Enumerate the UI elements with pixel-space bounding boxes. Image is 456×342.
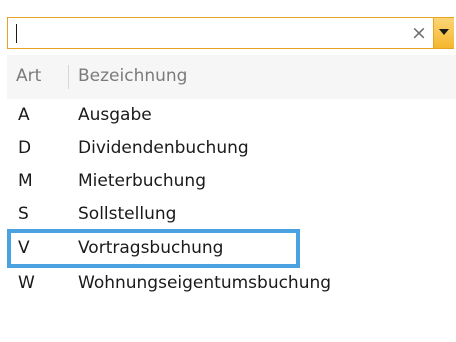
list-item-name: Vortragsbuchung — [78, 238, 224, 258]
list-item-code: D — [18, 138, 32, 158]
list-item-name: Wohnungseigentumsbuchung — [78, 273, 332, 293]
list-item-code: A — [18, 105, 30, 125]
list-item[interactable]: M Mieterbuchung — [7, 165, 456, 198]
chevron-down-icon — [439, 29, 449, 35]
column-header-art[interactable]: Art — [16, 65, 41, 87]
search-input[interactable] — [8, 18, 412, 48]
combo-box[interactable]: × — [7, 17, 454, 49]
close-icon[interactable]: × — [409, 22, 429, 44]
list-item-selected[interactable]: V Vortragsbuchung — [7, 229, 300, 268]
list-item-code: V — [18, 238, 30, 258]
list-item-name: Ausgabe — [78, 105, 152, 125]
dropdown-button[interactable] — [433, 18, 454, 48]
list-item-name: Sollstellung — [78, 204, 177, 224]
list-item-code: W — [18, 273, 35, 293]
dropdown-list: Art Bezeichnung A Ausgabe D Dividendenbu… — [7, 55, 456, 342]
list-item[interactable]: D Dividendenbuchung — [7, 132, 456, 165]
list-item-code: M — [18, 171, 33, 191]
list-header: Art Bezeichnung — [7, 55, 456, 99]
column-header-bezeichnung[interactable]: Bezeichnung — [78, 65, 187, 87]
column-divider — [68, 65, 69, 89]
list-item-code: S — [18, 204, 29, 224]
text-caret — [16, 24, 17, 43]
list-item-name: Mieterbuchung — [78, 171, 206, 191]
list-item[interactable]: A Ausgabe — [7, 99, 456, 132]
list-item[interactable]: S Sollstellung — [7, 198, 456, 231]
list-item[interactable]: W Wohnungseigentumsbuchung — [7, 267, 456, 300]
list-item-name: Dividendenbuchung — [78, 138, 249, 158]
